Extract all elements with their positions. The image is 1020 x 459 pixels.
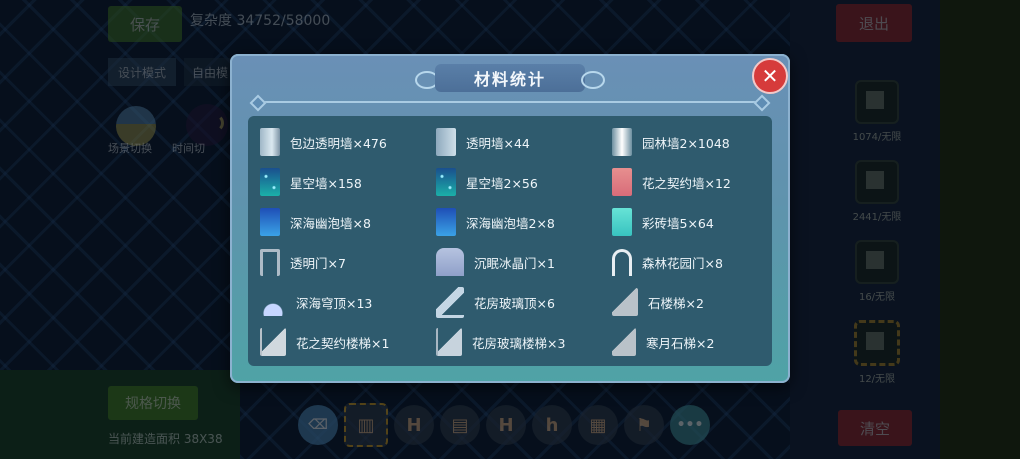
close-button[interactable]: ✕ xyxy=(752,58,788,94)
dialog-title: 材料统计 xyxy=(435,64,585,92)
material-label: 石楼梯×2 xyxy=(648,295,704,311)
stairs-icon xyxy=(612,328,636,356)
material-item: 园林墙2×1048 xyxy=(612,128,730,156)
material-item: 寒月石梯×2 xyxy=(612,328,714,356)
material-item: 星空墙2×56 xyxy=(436,168,538,196)
material-label: 花之契约楼梯×1 xyxy=(296,335,390,351)
material-item: 透明门×7 xyxy=(260,248,346,276)
material-item: 星空墙×158 xyxy=(260,168,362,196)
material-label: 森林花园门×8 xyxy=(642,255,723,271)
material-item: 花之契约楼梯×1 xyxy=(260,328,389,356)
title-plaque: 材料统计 xyxy=(405,62,615,94)
material-label: 透明门×7 xyxy=(290,255,346,271)
stairs-icon xyxy=(612,288,638,316)
material-item: 花房玻璃楼梯×3 xyxy=(436,328,565,356)
material-label: 彩砖墙5×64 xyxy=(642,215,714,231)
material-item: 包边透明墙×476 xyxy=(260,128,387,156)
material-label: 花之契约墙×12 xyxy=(642,175,731,191)
material-item: 花之契约墙×12 xyxy=(612,168,731,196)
material-label: 花房玻璃顶×6 xyxy=(474,295,555,311)
material-label: 包边透明墙×476 xyxy=(290,135,387,151)
material-stats-dialog: 材料统计 ✕ 包边透明墙×476 透明墙×44 园林墙2×1048 星空墙×15… xyxy=(230,54,790,383)
material-label: 星空墙×158 xyxy=(290,175,362,191)
material-label: 深海幽泡墙2×8 xyxy=(466,215,555,231)
glass-roof-icon xyxy=(436,286,464,318)
material-item: 沉眠冰晶门×1 xyxy=(436,248,555,276)
brick-wall-icon xyxy=(612,208,632,236)
material-item: 深海幽泡墙×8 xyxy=(260,208,371,236)
bubble-wall-icon xyxy=(260,208,280,236)
flower-wall-icon xyxy=(612,168,632,196)
bubble-wall-icon xyxy=(436,208,456,236)
ice-door-icon xyxy=(436,248,464,276)
material-list: 包边透明墙×476 透明墙×44 园林墙2×1048 星空墙×158 星空墙2×… xyxy=(248,116,772,366)
material-label: 沉眠冰晶门×1 xyxy=(474,255,555,271)
material-item: 透明墙×44 xyxy=(436,128,530,156)
material-label: 星空墙2×56 xyxy=(466,175,538,191)
forest-door-icon xyxy=(612,248,632,276)
title-divider xyxy=(254,101,766,103)
material-item: 彩砖墙5×64 xyxy=(612,208,714,236)
material-item: 森林花园门×8 xyxy=(612,248,723,276)
material-item: 石楼梯×2 xyxy=(612,288,704,316)
material-item: 深海幽泡墙2×8 xyxy=(436,208,555,236)
dome-icon xyxy=(260,288,286,316)
clear-wall-icon xyxy=(260,128,280,156)
starry-wall-icon xyxy=(260,168,280,196)
garden-wall-icon xyxy=(612,128,632,156)
material-item: 深海穹顶×13 xyxy=(260,288,372,316)
material-label: 透明墙×44 xyxy=(466,135,530,151)
close-icon: ✕ xyxy=(761,64,779,88)
material-item: 花房玻璃顶×6 xyxy=(436,286,555,318)
stairs-icon xyxy=(260,328,286,356)
material-label: 深海穹顶×13 xyxy=(296,295,373,311)
starry-wall-icon xyxy=(436,168,456,196)
material-label: 园林墙2×1048 xyxy=(642,135,730,151)
swirl-ornament-icon xyxy=(581,71,605,89)
material-label: 深海幽泡墙×8 xyxy=(290,215,371,231)
door-icon xyxy=(260,248,280,276)
clear-wall-icon xyxy=(436,128,456,156)
material-label: 花房玻璃楼梯×3 xyxy=(472,335,566,351)
stairs-icon xyxy=(436,328,462,356)
material-label: 寒月石梯×2 xyxy=(646,335,715,351)
